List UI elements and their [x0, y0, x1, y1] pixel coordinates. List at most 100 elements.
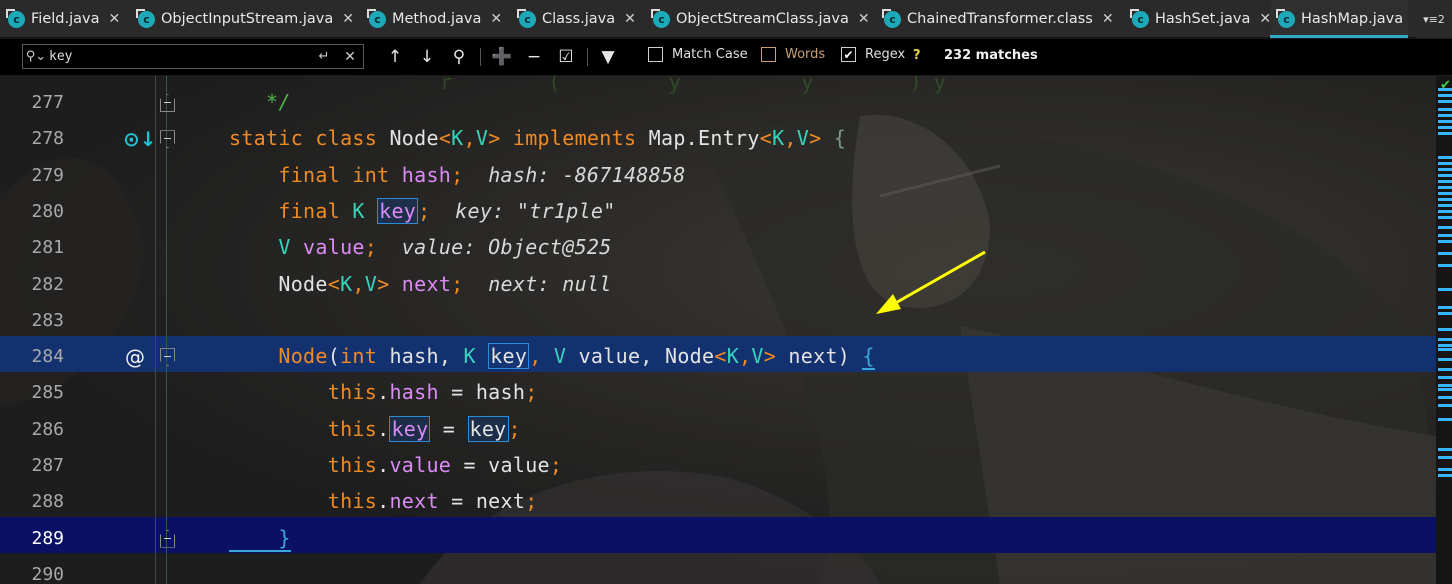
tab-hashmap-java[interactable]: c HashMap.java [1270, 0, 1408, 38]
tab-label: HashSet.java [1155, 11, 1251, 27]
search-result-marker[interactable] [1438, 404, 1452, 407]
tab-method-java[interactable]: c Method.java ✕ [367, 0, 502, 38]
search-result-marker[interactable] [1438, 132, 1452, 135]
search-result-marker[interactable] [1438, 288, 1452, 291]
tab-list-menu-button[interactable]: ▾≡2 [1416, 0, 1452, 38]
search-result-marker[interactable] [1438, 474, 1452, 477]
search-result-marker[interactable] [1438, 240, 1452, 243]
code-editor[interactable]: r ( y y ) y 277 */278 ⊙↓ static class Node… [0, 76, 1452, 584]
search-result-marker[interactable] [1438, 186, 1452, 189]
search-result-marker[interactable] [1438, 226, 1452, 229]
search-result-marker[interactable] [1438, 114, 1452, 117]
regex-checkbox[interactable]: ✔ Regex [841, 47, 905, 62]
arrow-down-icon[interactable]: ↓ [414, 45, 440, 69]
search-result-marker[interactable] [1438, 94, 1452, 97]
search-result-marker[interactable] [1438, 216, 1452, 219]
select-all-occurrences-icon[interactable]: ☑ [553, 45, 579, 69]
search-result-marker[interactable] [1438, 252, 1452, 255]
tab-label: ChainedTransformer.class [907, 11, 1093, 27]
search-result-marker[interactable] [1438, 368, 1452, 371]
match-case-box[interactable] [648, 47, 663, 62]
class-file-icon: c [136, 8, 155, 28]
search-result-marker[interactable] [1438, 456, 1452, 459]
search-result-marker[interactable] [1438, 348, 1452, 351]
tab-label: ObjectInputStream.java [161, 11, 334, 27]
filter-icon[interactable]: ▼ [595, 45, 621, 69]
add-selection-icon[interactable]: ➕ [489, 45, 515, 69]
toolbar-separator [587, 48, 588, 66]
search-result-marker[interactable] [1438, 120, 1452, 123]
regex-label: Regex [865, 47, 906, 62]
words-label: Words [785, 47, 826, 62]
close-icon[interactable]: ✕ [108, 11, 120, 27]
search-result-marker[interactable] [1438, 108, 1452, 111]
match-case-checkbox[interactable]: Match Case [648, 47, 748, 62]
search-result-marker[interactable] [1438, 168, 1452, 171]
find-all-icon[interactable]: ⚲ [446, 45, 472, 69]
regex-help-link[interactable]: ? [913, 48, 921, 63]
search-result-marker[interactable] [1438, 418, 1452, 421]
remove-selection-icon[interactable]: − [521, 45, 547, 69]
tab-chainedtransformer-class[interactable]: c ChainedTransformer.class ✕ [882, 0, 1114, 38]
search-input[interactable] [49, 45, 311, 68]
arrow-up-icon[interactable]: ↑ [382, 45, 408, 69]
search-box: ⚲⌄ ↵ ✕ [22, 44, 364, 69]
search-result-marker[interactable] [1438, 388, 1452, 391]
search-result-marker[interactable] [1438, 264, 1452, 267]
search-result-marker[interactable] [1438, 156, 1452, 159]
class-file-icon: c [651, 8, 670, 28]
newline-icon[interactable]: ↵ [311, 49, 337, 64]
search-result-marker[interactable] [1438, 306, 1452, 309]
search-result-marker[interactable] [1438, 312, 1452, 315]
search-result-marker[interactable] [1438, 358, 1452, 361]
words-box[interactable] [761, 47, 776, 62]
close-icon[interactable]: ✕ [490, 11, 502, 27]
tab-label: Method.java [392, 11, 482, 27]
search-result-marker[interactable] [1438, 162, 1452, 165]
class-file-icon: c [882, 8, 901, 28]
search-result-marker[interactable] [1438, 468, 1452, 471]
tab-hashset-java[interactable]: c HashSet.java ✕ [1130, 0, 1271, 38]
search-result-marker[interactable] [1438, 180, 1452, 183]
tab-label: Field.java [31, 11, 100, 27]
search-result-marker[interactable] [1438, 210, 1452, 213]
editor-tab-bar: c Field.java ✕ c ObjectInputStream.java ✕ c Met… [0, 0, 1452, 38]
search-result-marker[interactable] [1438, 396, 1452, 399]
search-result-marker[interactable] [1438, 204, 1452, 207]
search-result-marker[interactable] [1438, 192, 1452, 195]
words-checkbox[interactable]: Words [761, 47, 825, 62]
class-file-icon: c [1130, 8, 1149, 28]
search-result-marker[interactable] [1438, 126, 1452, 129]
tab-class-java[interactable]: c Class.java ✕ [517, 0, 636, 38]
tab-objectinputstream-java[interactable]: c ObjectInputStream.java ✕ [136, 0, 354, 38]
regex-box[interactable]: ✔ [841, 47, 856, 62]
class-file-icon: c [1276, 8, 1295, 28]
search-icon[interactable]: ⚲⌄ [23, 49, 49, 64]
close-icon[interactable]: ✕ [858, 11, 870, 27]
tab-label: ObjectStreamClass.java [676, 11, 849, 27]
search-result-marker[interactable] [1438, 174, 1452, 177]
search-result-marker[interactable] [1438, 198, 1452, 201]
class-file-icon: c [367, 8, 386, 28]
tab-objectstreamclass-java[interactable]: c ObjectStreamClass.java ✕ [651, 0, 870, 38]
find-toolbar: ⚲⌄ ↵ ✕ ↑ ↓ ⚲ ➕ − ☑ ▼ Match Case Words ✔ … [0, 39, 1452, 75]
match-case-label: Match Case [672, 47, 748, 62]
search-result-marker[interactable] [1438, 234, 1452, 237]
annotation-arrow [876, 250, 986, 314]
search-result-marker[interactable] [1438, 384, 1452, 387]
close-icon[interactable]: ✕ [342, 11, 354, 27]
search-result-marker[interactable] [1438, 448, 1452, 451]
class-file-icon: c [517, 8, 536, 28]
search-result-marker[interactable] [1438, 88, 1452, 91]
search-result-marker[interactable] [1438, 338, 1452, 341]
search-result-marker[interactable] [1438, 376, 1452, 379]
search-result-marker[interactable] [1438, 328, 1452, 331]
tab-field-java[interactable]: c Field.java ✕ [6, 0, 120, 38]
close-icon[interactable]: ✕ [624, 11, 636, 27]
close-icon[interactable]: ✕ [1102, 11, 1114, 27]
toolbar-separator [480, 48, 481, 66]
search-result-marker[interactable] [1438, 344, 1452, 347]
close-icon[interactable]: ✕ [337, 49, 363, 65]
tab-label: Class.java [542, 11, 616, 27]
search-result-marker[interactable] [1438, 100, 1452, 103]
